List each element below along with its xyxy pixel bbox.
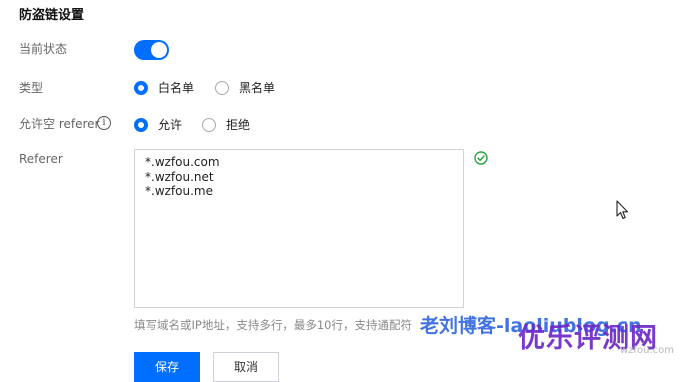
allow-empty-label: 允许空 referer — [19, 117, 100, 131]
referer-hint: 填写域名或IP地址，支持多行，最多10行，支持通配符 — [134, 318, 412, 332]
radio-whitelist-label[interactable]: 白名单 — [158, 80, 194, 96]
referer-line: *.wzfou.me — [145, 184, 213, 198]
radio-deny-label[interactable]: 拒绝 — [226, 117, 250, 133]
status-toggle[interactable] — [134, 40, 169, 60]
info-icon[interactable]: i — [97, 116, 111, 130]
radio-allow[interactable] — [134, 118, 148, 132]
radio-blacklist-label[interactable]: 黑名单 — [239, 80, 275, 96]
watermark-small: wzfou.com — [620, 345, 674, 356]
section-title: 防盗链设置 — [19, 8, 85, 23]
save-button[interactable]: 保存 — [134, 352, 200, 382]
mouse-cursor-icon — [616, 200, 630, 224]
toggle-knob — [151, 42, 167, 58]
referer-line: *.wzfou.com — [145, 155, 220, 169]
type-label: 类型 — [19, 81, 44, 95]
status-label: 当前状态 — [19, 42, 68, 56]
cancel-button[interactable]: 取消 — [213, 352, 279, 382]
referer-textarea[interactable]: *.wzfou.com *.wzfou.net *.wzfou.me — [134, 149, 464, 308]
referer-label: Referer — [19, 152, 63, 166]
check-circle-icon — [474, 150, 488, 169]
radio-blacklist[interactable] — [215, 81, 229, 95]
referer-line: *.wzfou.net — [145, 169, 214, 184]
radio-deny[interactable] — [202, 118, 216, 132]
radio-whitelist[interactable] — [134, 81, 148, 95]
radio-allow-label[interactable]: 允许 — [158, 117, 182, 133]
